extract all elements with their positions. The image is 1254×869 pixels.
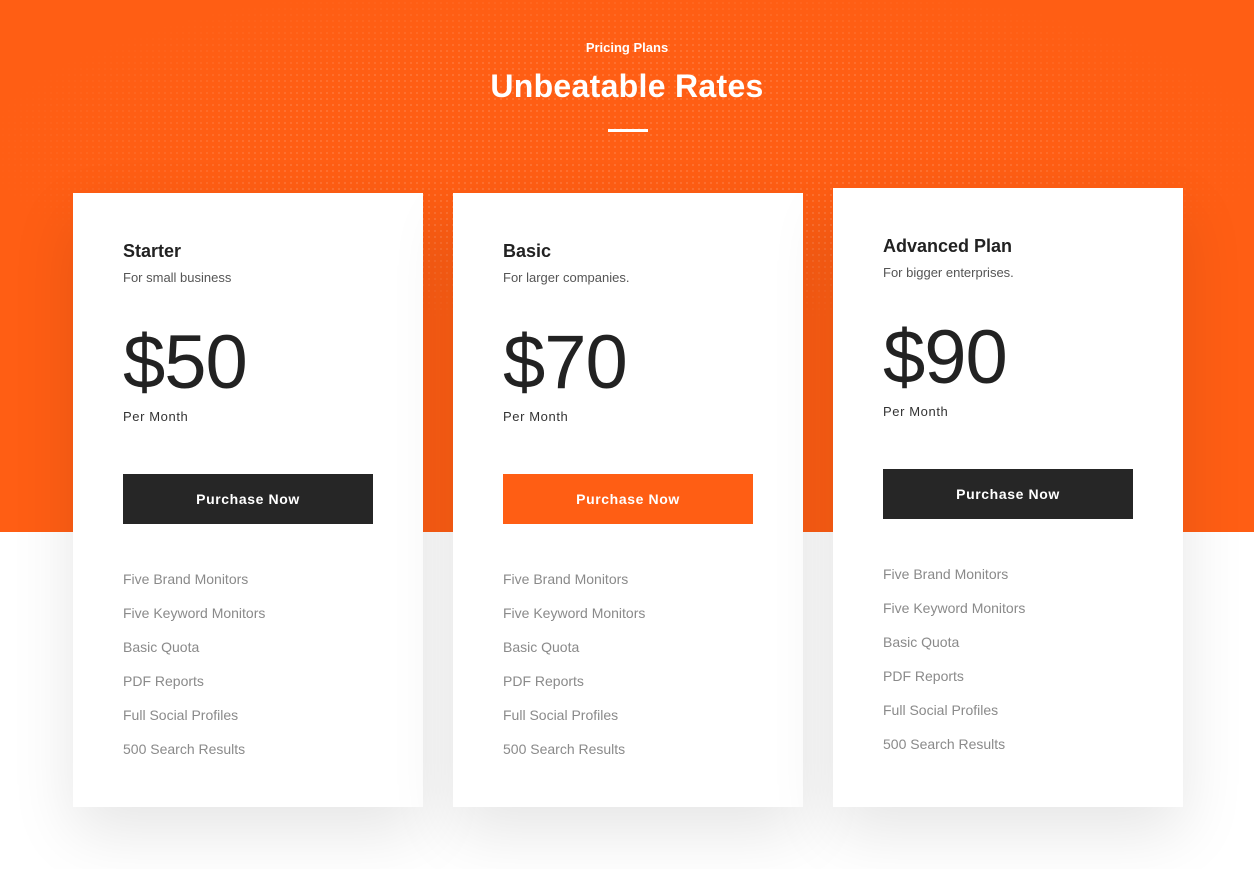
feature-item: Five Keyword Monitors xyxy=(883,600,1026,616)
feature-item: Five Brand Monitors xyxy=(883,566,1009,582)
feature-item: Basic Quota xyxy=(503,639,580,655)
pricing-card-starter: Starter For small business $50 Per Month… xyxy=(73,193,423,807)
feature-item: Basic Quota xyxy=(883,634,960,650)
purchase-now-button[interactable]: Purchase Now xyxy=(883,469,1133,519)
plan-description: For larger companies. xyxy=(503,270,630,285)
title-divider xyxy=(608,129,648,132)
feature-item: Five Keyword Monitors xyxy=(123,605,266,621)
feature-list: Five Brand Monitors Five Keyword Monitor… xyxy=(123,567,265,771)
feature-item: PDF Reports xyxy=(883,668,964,684)
plan-period: Per Month xyxy=(123,409,189,424)
pricing-card-basic: Basic For larger companies. $70 Per Mont… xyxy=(453,193,803,807)
feature-item: Full Social Profiles xyxy=(503,707,619,723)
feature-item: PDF Reports xyxy=(503,673,584,689)
feature-item: Full Social Profiles xyxy=(123,707,239,723)
plan-description: For bigger enterprises. xyxy=(883,265,1014,280)
feature-item: PDF Reports xyxy=(123,673,204,689)
plan-price: $90 xyxy=(883,315,1008,400)
purchase-now-button[interactable]: Purchase Now xyxy=(123,474,373,524)
feature-item: Five Keyword Monitors xyxy=(503,605,646,621)
section-title: Unbeatable Rates xyxy=(490,68,764,104)
plan-name: Advanced Plan xyxy=(883,236,1013,256)
plan-price: $50 xyxy=(123,320,248,405)
purchase-now-button[interactable]: Purchase Now xyxy=(503,474,753,524)
plan-description: For small business xyxy=(123,270,232,285)
section-eyebrow: Pricing Plans xyxy=(585,40,669,55)
feature-item: 500 Search Results xyxy=(503,741,626,757)
feature-item: Five Brand Monitors xyxy=(503,571,629,587)
plan-name: Starter xyxy=(123,241,182,261)
pricing-card-advanced: Advanced Plan For bigger enterprises. $9… xyxy=(833,188,1183,807)
feature-item: 500 Search Results xyxy=(123,741,246,757)
feature-item: Full Social Profiles xyxy=(883,702,999,718)
plan-period: Per Month xyxy=(883,404,949,419)
plan-name: Basic xyxy=(503,241,552,261)
feature-item: Five Brand Monitors xyxy=(123,571,249,587)
feature-item: Basic Quota xyxy=(123,639,200,655)
plan-price: $70 xyxy=(503,320,628,405)
feature-list: Five Brand Monitors Five Keyword Monitor… xyxy=(503,567,645,771)
feature-item: 500 Search Results xyxy=(883,736,1006,752)
plan-period: Per Month xyxy=(503,409,569,424)
feature-list: Five Brand Monitors Five Keyword Monitor… xyxy=(883,562,1025,766)
